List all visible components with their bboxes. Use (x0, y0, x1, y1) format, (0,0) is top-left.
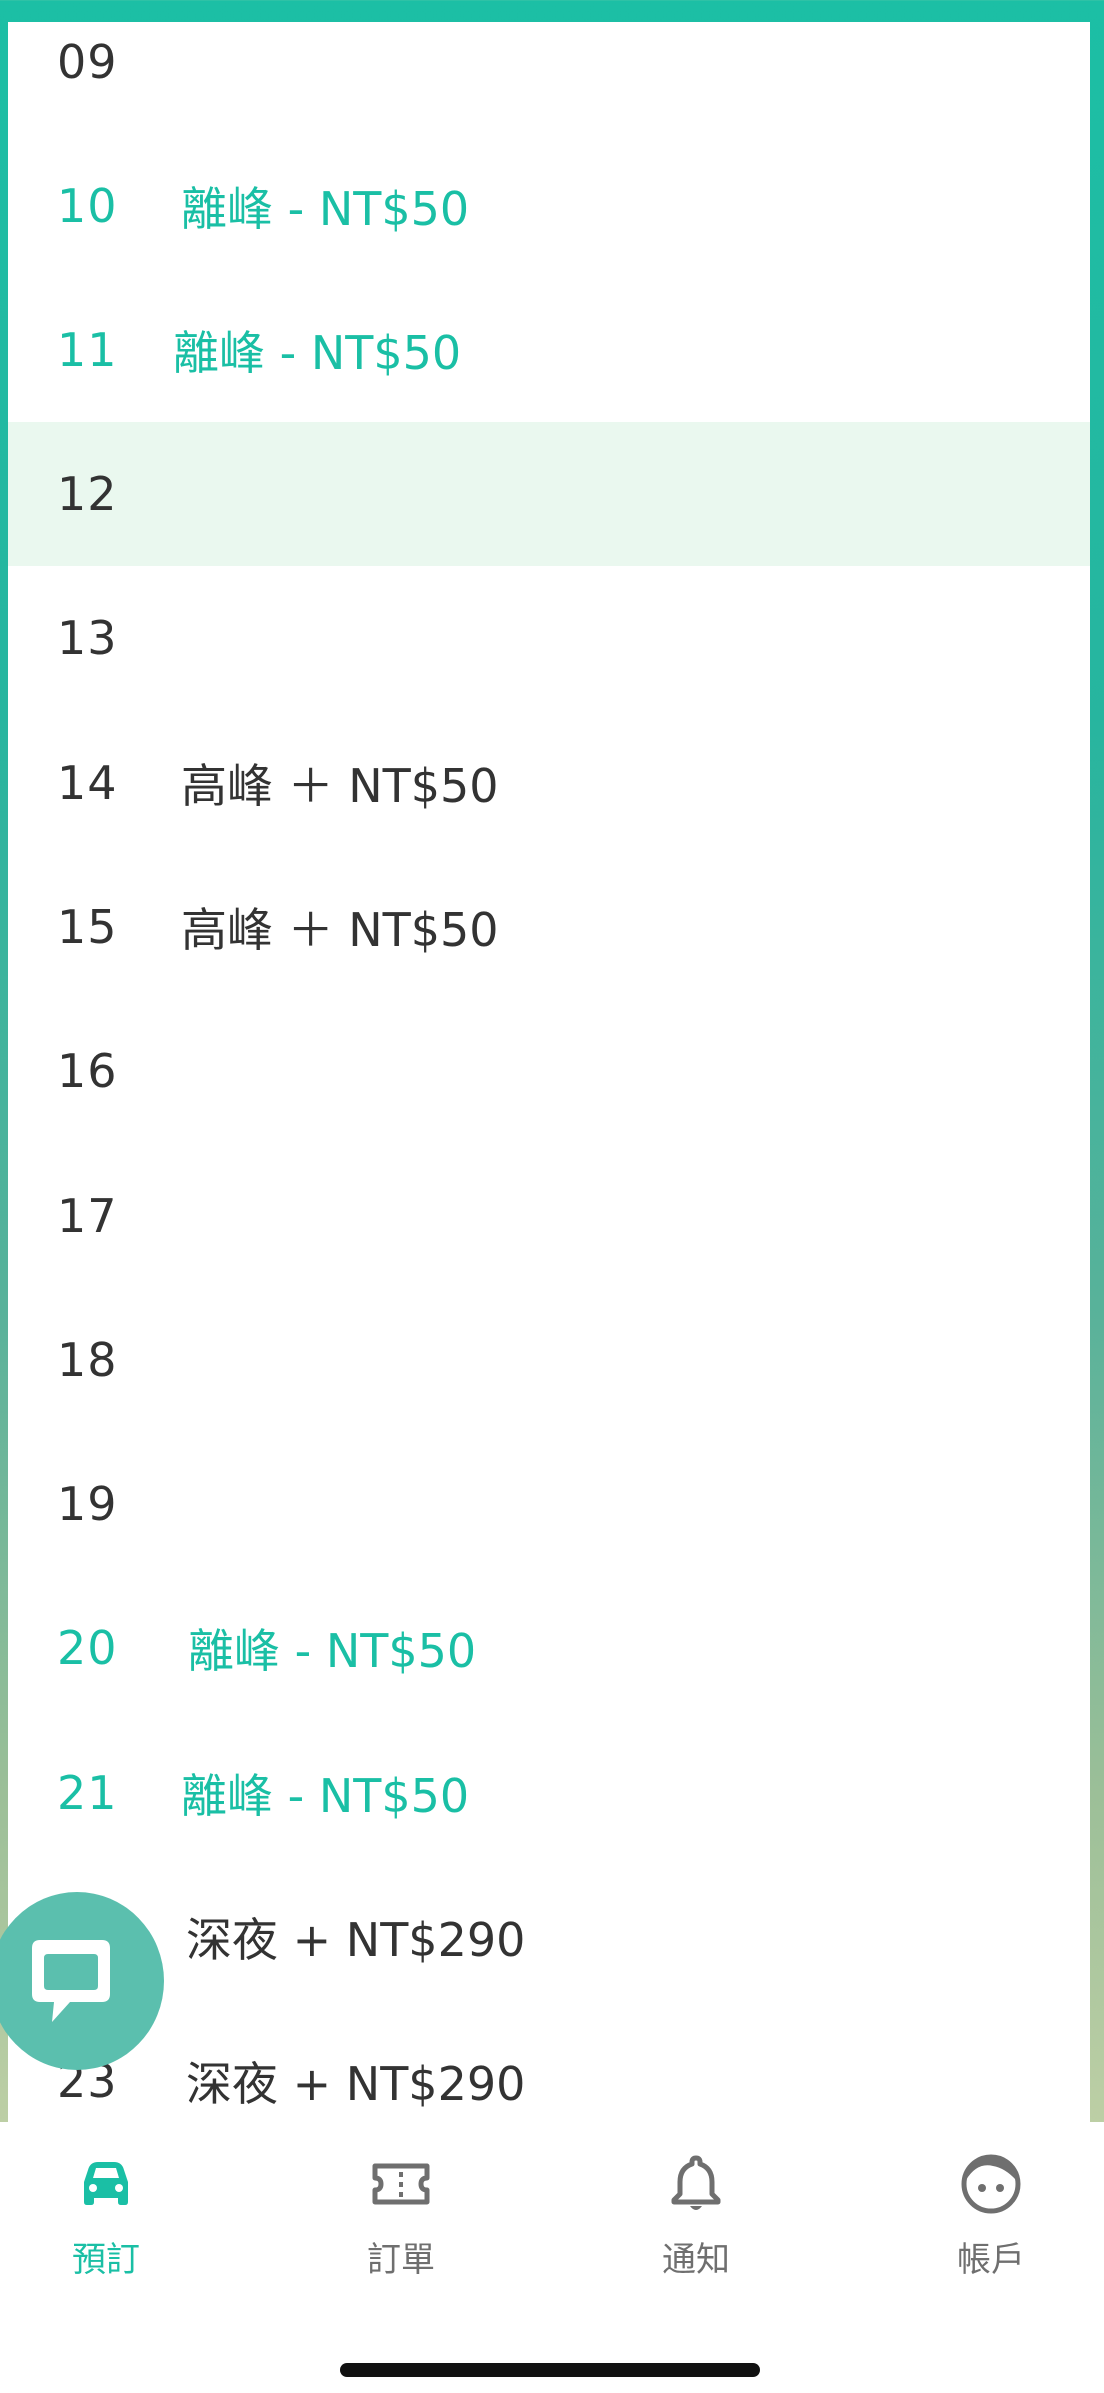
hour-label: 15 (57, 900, 118, 954)
price-label: 離峰 - NT$50 (181, 1769, 470, 1823)
hour-row-23[interactable]: 23 深夜 + NT$290 (8, 2009, 1090, 2122)
hour-row-16[interactable]: 16 (8, 999, 1090, 1143)
hour-row-20[interactable]: 20 離峰 - NT$50 (8, 1576, 1090, 1720)
hour-label: 21 (57, 1766, 118, 1820)
hour-label: 19 (57, 1477, 118, 1531)
tab-account-label: 帳戶 (957, 2240, 1025, 2280)
hour-row-11[interactable]: 11 離峰 - NT$50 (8, 278, 1090, 422)
hour-label: 09 (57, 35, 118, 89)
hour-row-22[interactable]: 22 深夜 + NT$290 (8, 1865, 1090, 2009)
price-label: 離峰 - NT$50 (173, 326, 462, 380)
hour-row-15[interactable]: 15 高峰 ＋ NT$50 (8, 855, 1090, 999)
price-label: 高峰 ＋ NT$50 (181, 759, 499, 813)
chat-bubble-icon (32, 1940, 110, 2022)
price-label: 深夜 + NT$290 (186, 2057, 526, 2111)
bell-icon (671, 2155, 721, 2210)
hour-row-19[interactable]: 19 (8, 1432, 1090, 1576)
hour-label: 11 (57, 323, 118, 377)
price-label: 離峰 - NT$50 (188, 1624, 477, 1678)
hour-picker-sheet: 09 10 離峰 - NT$50 11 離峰 - NT$50 12 13 14 … (8, 22, 1090, 2122)
bottom-tab-bar: 預訂 訂單 通知 帳戶 (0, 2122, 1104, 2393)
car-icon (84, 2162, 128, 2205)
price-label: 離峰 - NT$50 (181, 182, 470, 236)
hour-label: 10 (57, 179, 118, 233)
hour-row-12-selected[interactable]: 12 (8, 422, 1090, 566)
tab-orders-label: 訂單 (367, 2240, 435, 2280)
price-label: 深夜 + NT$290 (186, 1913, 526, 1967)
hour-row-14[interactable]: 14 高峰 ＋ NT$50 (8, 711, 1090, 855)
tab-book[interactable]: 預訂 (0, 2122, 244, 2282)
hour-label: 13 (57, 611, 118, 665)
hour-row-10[interactable]: 10 離峰 - NT$50 (8, 134, 1090, 278)
hour-label: 17 (57, 1189, 118, 1243)
hour-row-09[interactable]: 09 (8, 22, 1090, 134)
price-label: 高峰 ＋ NT$50 (181, 903, 499, 957)
hour-row-13[interactable]: 13 (8, 566, 1090, 710)
hour-label: 20 (57, 1621, 118, 1675)
tab-notifications[interactable]: 通知 (558, 2122, 834, 2282)
hour-label: 18 (57, 1333, 118, 1387)
hour-row-21[interactable]: 21 離峰 - NT$50 (8, 1721, 1090, 1865)
hour-label: 14 (57, 756, 118, 810)
hour-label: 16 (57, 1044, 118, 1098)
tab-notifications-label: 通知 (662, 2240, 730, 2280)
hour-row-18[interactable]: 18 (8, 1288, 1090, 1432)
tab-book-label: 預訂 (72, 2240, 140, 2280)
ticket-icon (372, 2163, 430, 2205)
tab-account[interactable]: 帳戶 (853, 2122, 1104, 2282)
face-icon (961, 2154, 1021, 2214)
hour-row-17[interactable]: 17 (8, 1144, 1090, 1288)
hour-label: 12 (57, 467, 118, 521)
home-indicator (340, 2363, 760, 2377)
tab-orders[interactable]: 訂單 (263, 2122, 539, 2282)
